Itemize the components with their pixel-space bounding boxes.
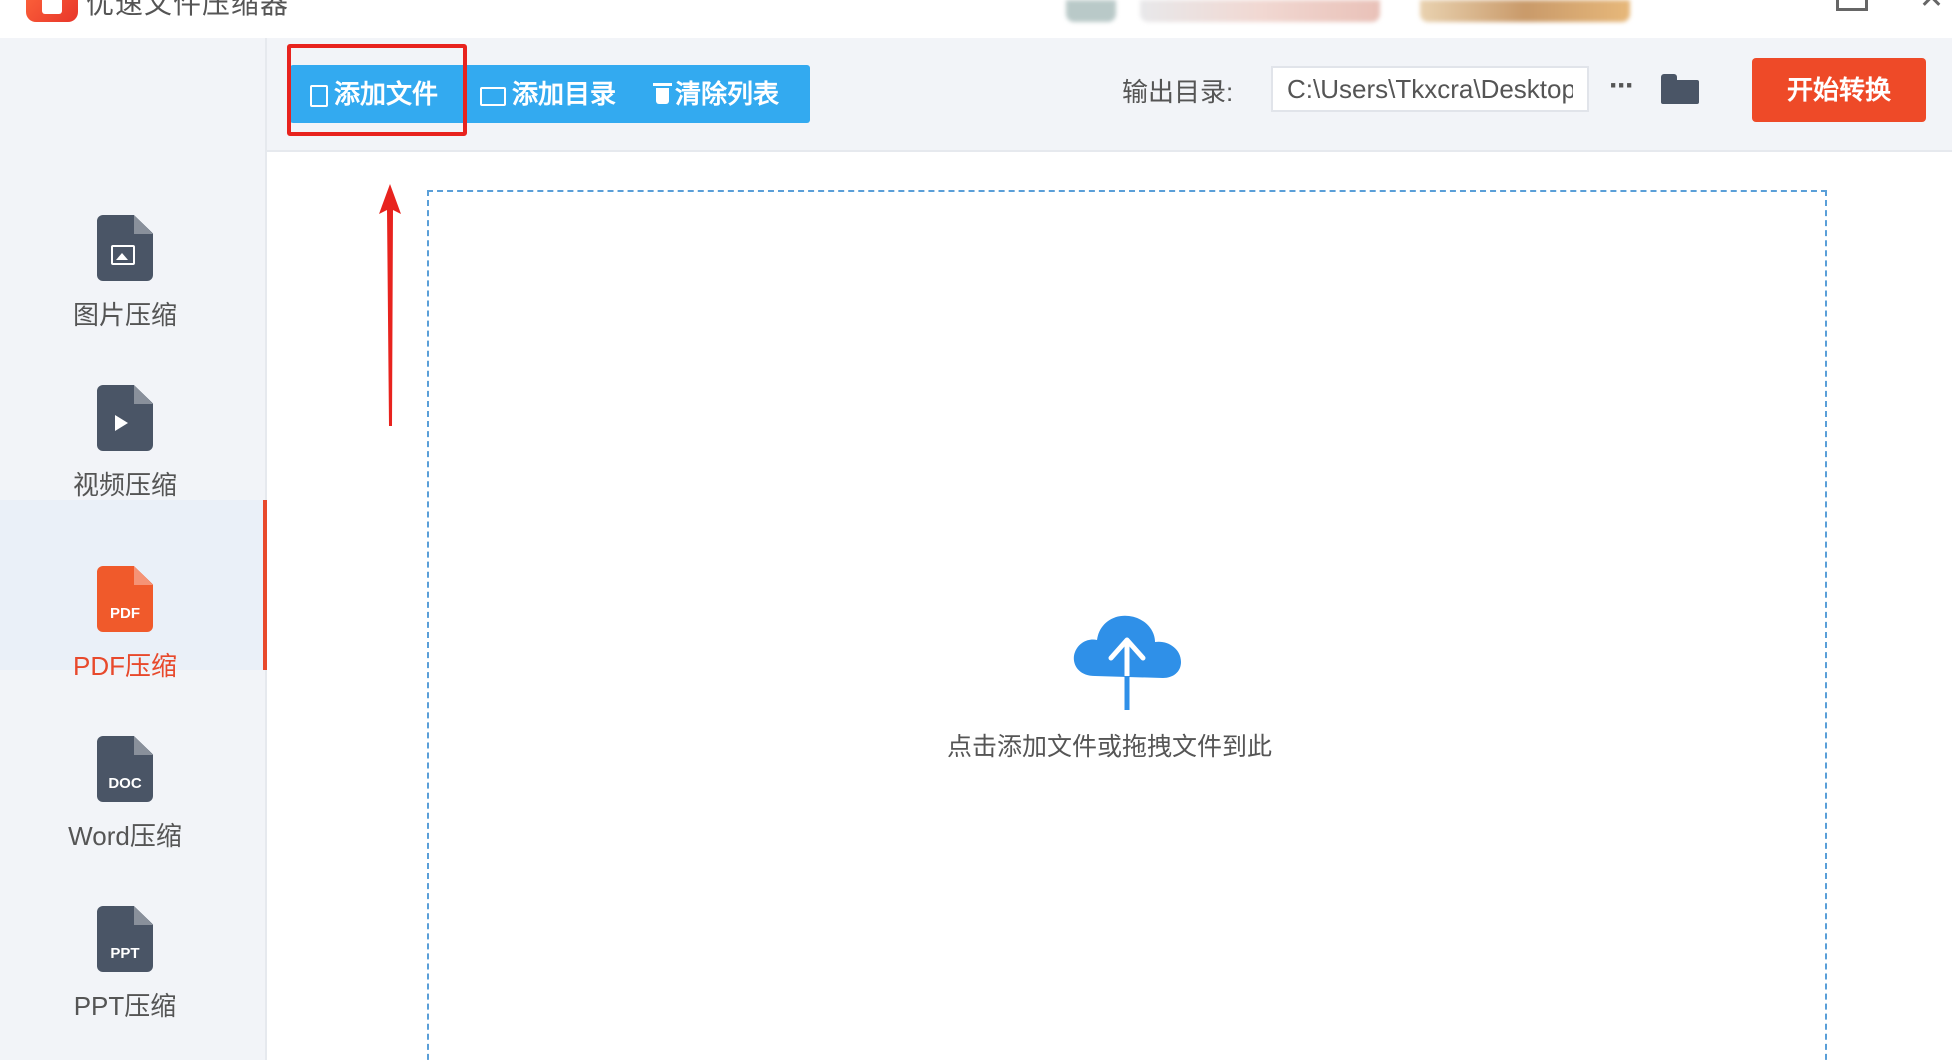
sidebar-item-word[interactable]: DOC Word压缩 [0,700,265,870]
file-button-group: 添加文件 添加目录 清除列表 [290,65,810,123]
blurred-region [1140,0,1380,22]
cloud-upload-icon [1073,615,1181,710]
app-title: 优速文件压缩器 [86,0,290,19]
close-icon[interactable] [1918,0,1944,8]
output-dir-input[interactable] [1271,66,1589,112]
sidebar-item-video[interactable]: 视频压缩 [0,349,265,519]
app-window: 优速文件压缩器 图片压缩 视频压缩 PDF PDF压缩 DOC Word压缩 P… [0,0,1952,1060]
file-icon [310,85,328,108]
trash-icon [653,83,672,105]
image-file-icon [97,215,153,281]
app-logo-icon [26,0,78,22]
maximize-icon[interactable] [1836,0,1868,11]
sidebar: 图片压缩 视频压缩 PDF PDF压缩 DOC Word压缩 PPT PPT压缩 [0,38,267,1060]
main-content: 点击添加文件或拖拽文件到此 [267,152,1952,1060]
folder-icon [480,86,506,106]
add-file-button[interactable]: 添加文件 [310,65,438,123]
add-folder-button[interactable]: 添加目录 [480,65,616,123]
pdf-file-icon: PDF [97,566,153,632]
sidebar-item-pdf[interactable]: PDF PDF压缩 [0,500,267,681]
more-options-button[interactable]: ··· [1601,68,1641,108]
sidebar-item-label: 视频压缩 [72,470,177,500]
ppt-file-icon: PPT [97,906,153,972]
output-dir-label: 输出目录: [1122,77,1234,107]
sidebar-item-label: PPT压缩 [73,991,177,1021]
video-file-icon [97,385,153,451]
open-folder-icon[interactable] [1661,74,1699,104]
sidebar-item-ppt[interactable]: PPT PPT压缩 [0,870,265,1040]
sidebar-item-label: Word压缩 [68,821,182,851]
start-convert-button[interactable]: 开始转换 [1752,58,1926,122]
blurred-region [1066,0,1116,22]
doc-file-icon: DOC [97,736,153,802]
sidebar-item-label: 图片压缩 [72,300,177,330]
sidebar-item-image[interactable]: 图片压缩 [0,179,265,349]
title-bar: 优速文件压缩器 [0,0,1952,38]
blurred-region [1420,0,1630,22]
toolbar: 添加文件 添加目录 清除列表 输出目录: ··· 开始转换 [267,38,1952,152]
clear-list-button[interactable]: 清除列表 [653,65,779,123]
sidebar-item-label: PDF压缩 [72,651,177,681]
